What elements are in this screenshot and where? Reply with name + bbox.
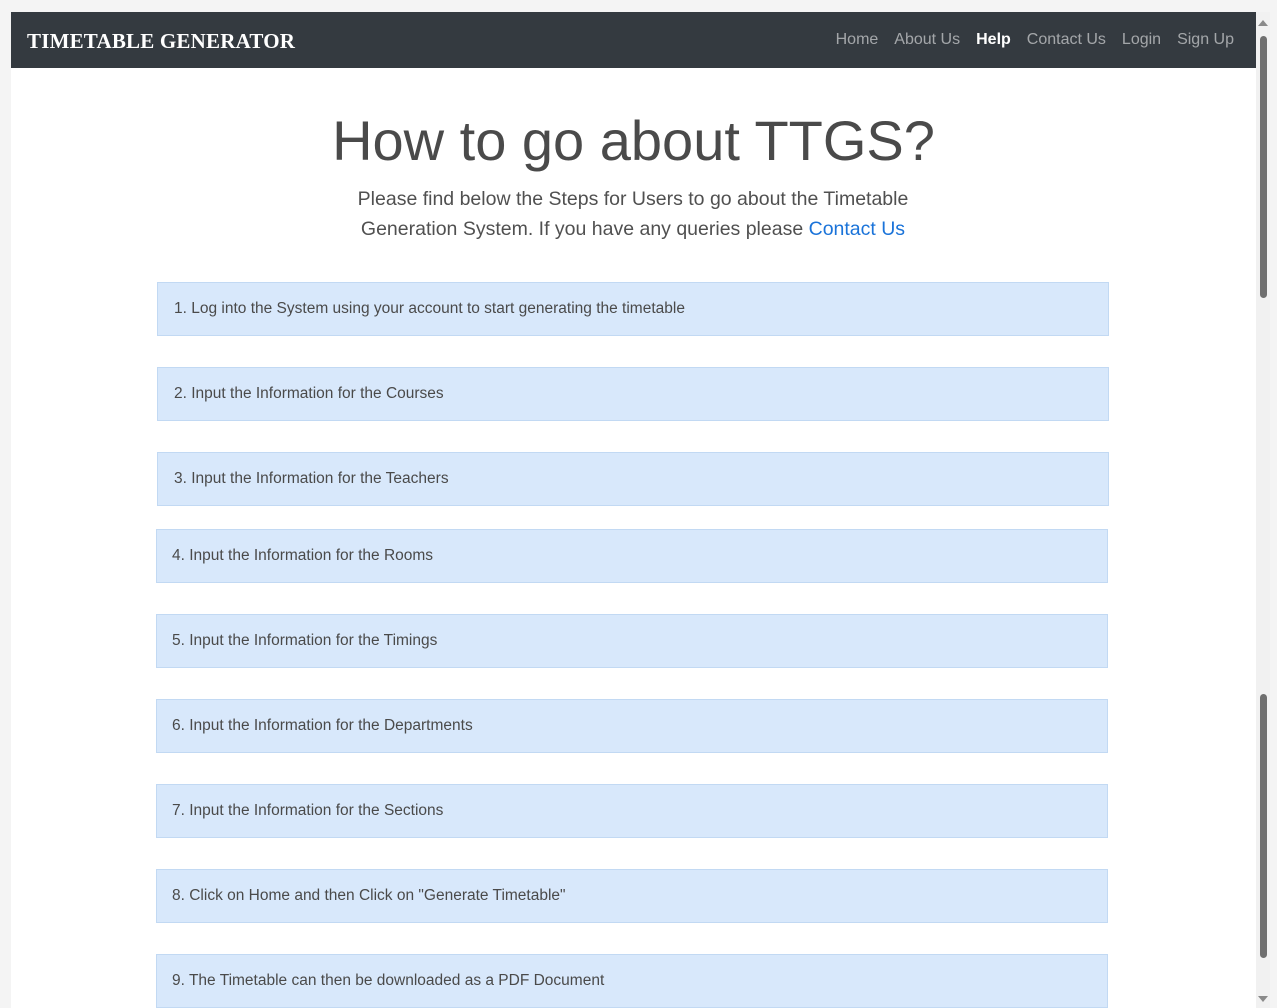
step-item-6: 6. Input the Information for the Departm… <box>156 699 1108 753</box>
nav-link-about-us[interactable]: About Us <box>894 31 960 49</box>
scroll-down-arrow-icon[interactable] <box>1258 996 1268 1002</box>
nav-link-contact-us[interactable]: Contact Us <box>1027 31 1106 49</box>
step-item-5: 5. Input the Information for the Timings <box>156 614 1108 668</box>
step-item-3: 3. Input the Information for the Teacher… <box>157 452 1109 506</box>
intro-paragraph: Please find below the Steps for Users to… <box>333 184 933 244</box>
vertical-scrollbar[interactable] <box>1256 12 1270 1008</box>
page-title: How to go about TTGS? <box>332 109 935 172</box>
scrollbar-thumb-lower[interactable] <box>1260 694 1267 958</box>
nav-link-help[interactable]: Help <box>976 31 1011 49</box>
brand-logo[interactable]: TIMETABLE GENERATOR <box>27 29 295 54</box>
step-item-9: 9. The Timetable can then be downloaded … <box>156 954 1108 1008</box>
nav-links: Home About Us Help Contact Us Login Sign… <box>836 31 1234 49</box>
step-item-4: 4. Input the Information for the Rooms <box>156 529 1108 583</box>
browser-viewport: TIMETABLE GENERATOR Home About Us Help C… <box>11 12 1256 1008</box>
page: TIMETABLE GENERATOR Home About Us Help C… <box>0 0 1277 1008</box>
step-item-2: 2. Input the Information for the Courses <box>157 367 1109 421</box>
nav-link-home[interactable]: Home <box>836 31 879 49</box>
step-item-8: 8. Click on Home and then Click on "Gene… <box>156 869 1108 923</box>
scroll-up-arrow-icon[interactable] <box>1258 20 1268 26</box>
nav-link-login[interactable]: Login <box>1122 31 1161 49</box>
step-item-1: 1. Log into the System using your accoun… <box>157 282 1109 336</box>
step-item-7: 7. Input the Information for the Section… <box>156 784 1108 838</box>
contact-us-link[interactable]: Contact Us <box>809 218 905 240</box>
nav-link-sign-up[interactable]: Sign Up <box>1177 31 1234 49</box>
scrollbar-thumb-upper[interactable] <box>1260 36 1267 298</box>
navbar: TIMETABLE GENERATOR Home About Us Help C… <box>11 12 1256 68</box>
